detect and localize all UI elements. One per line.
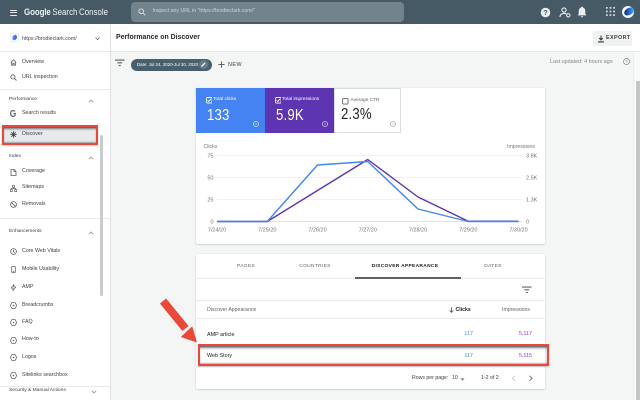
- svg-text:Impressions: Impressions: [507, 144, 535, 150]
- svg-text:50: 50: [207, 176, 213, 182]
- svg-text:7/28/20: 7/28/20: [409, 228, 427, 234]
- svg-text:?: ?: [543, 9, 547, 16]
- svg-text:7/27/20: 7/27/20: [359, 228, 377, 234]
- svg-text:7/30/20: 7/30/20: [509, 228, 527, 234]
- svg-text:7/26/20: 7/26/20: [308, 228, 326, 234]
- svg-text:75: 75: [207, 154, 213, 160]
- svg-text:7/25/20: 7/25/20: [258, 228, 276, 234]
- svg-text:25: 25: [207, 198, 213, 204]
- svg-text:7/24/20: 7/24/20: [208, 228, 226, 234]
- svg-text:Clicks: Clicks: [204, 144, 218, 150]
- svg-text:?: ?: [625, 59, 628, 64]
- svg-text:0: 0: [526, 220, 529, 226]
- svg-text:3.8K: 3.8K: [526, 154, 538, 160]
- svg-text:2.5K: 2.5K: [526, 176, 538, 182]
- svg-text:7/29/20: 7/29/20: [459, 228, 477, 234]
- svg-text:0: 0: [210, 220, 213, 226]
- svg-text:1.3K: 1.3K: [526, 198, 538, 204]
